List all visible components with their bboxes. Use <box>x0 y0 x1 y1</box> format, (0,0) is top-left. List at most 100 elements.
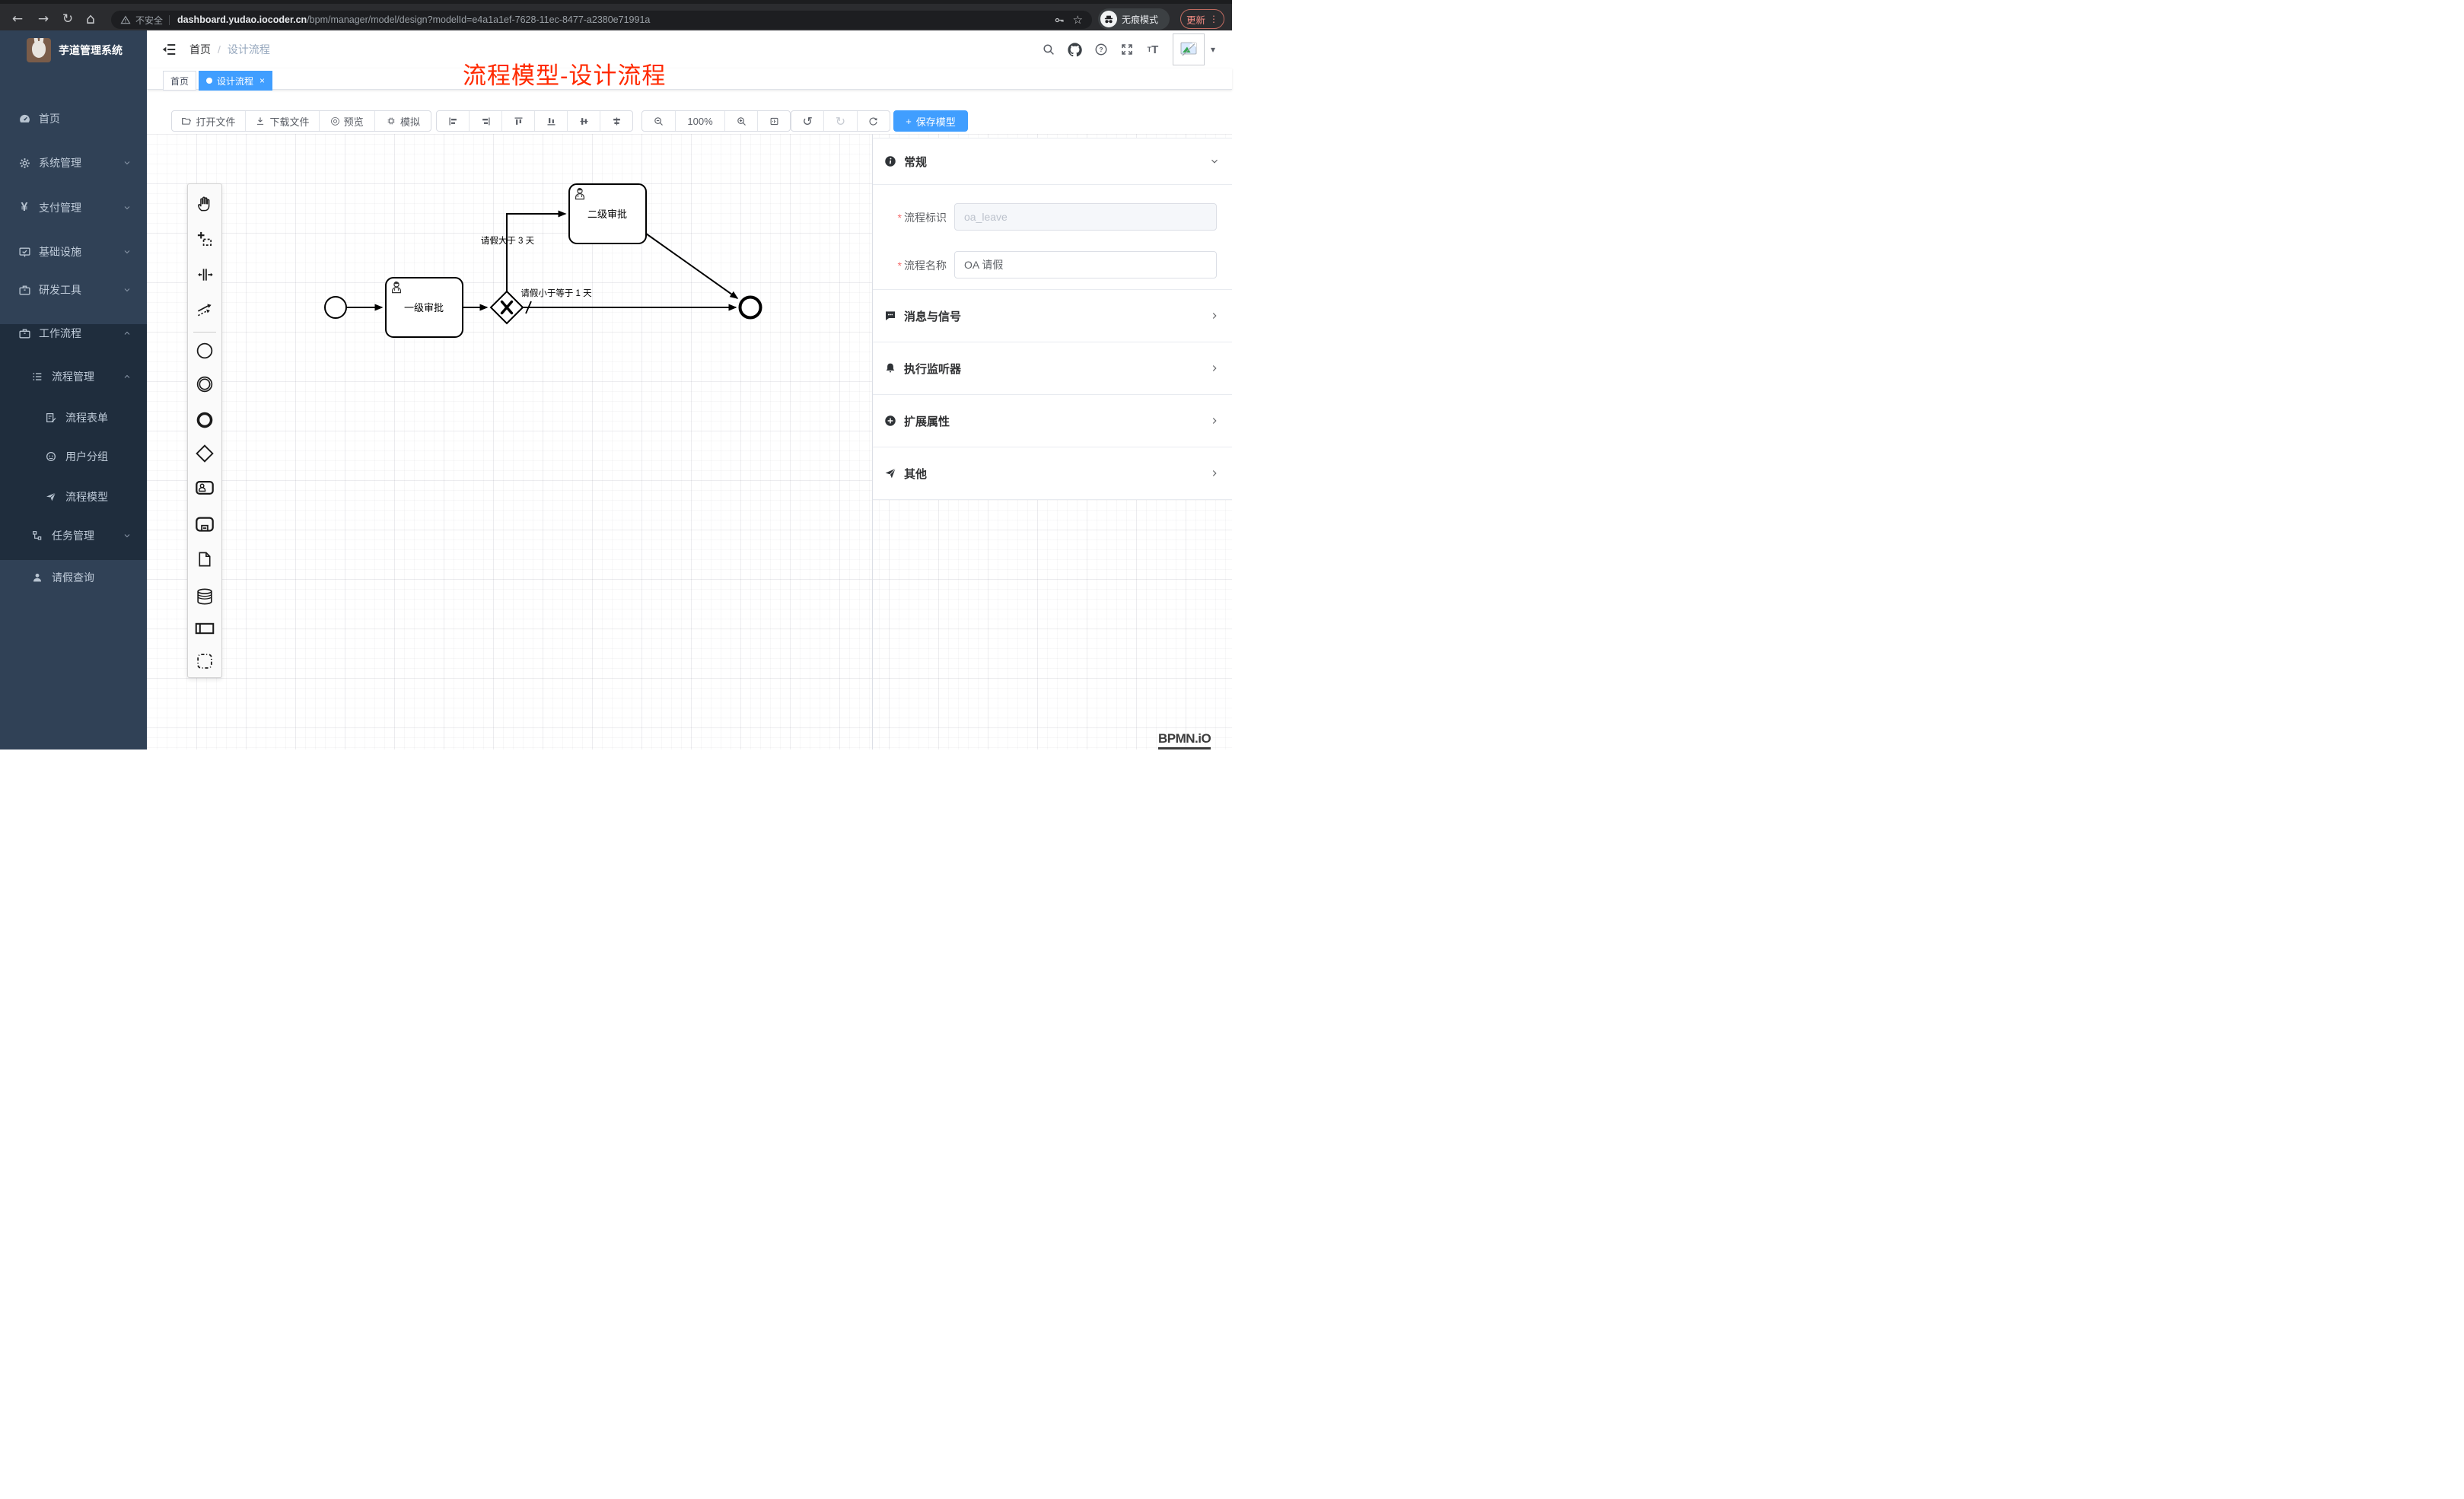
zoom-level-value: 100% <box>687 116 712 127</box>
gear-icon <box>18 157 31 170</box>
zoom-in-button[interactable] <box>724 111 757 131</box>
browser-back-button[interactable]: ← <box>8 8 27 30</box>
space-tool[interactable] <box>196 266 214 284</box>
simulate-button[interactable]: 模拟 <box>374 111 431 131</box>
zoom-level-display: 100% <box>675 111 724 131</box>
bpmn-io-watermark[interactable]: BPMN.iO <box>1158 731 1211 750</box>
sidebar-item-payment[interactable]: ¥ 支付管理 <box>0 189 147 226</box>
create-intermediate-event[interactable] <box>196 375 215 394</box>
undo-button[interactable]: ↺ <box>791 111 823 131</box>
align-button-group <box>436 110 633 132</box>
process-key-input[interactable] <box>954 203 1217 231</box>
align-top-button[interactable] <box>501 111 534 131</box>
sidebar: 芋道管理系统 首页 系统管理 ¥ 支付管理 基础设施 研发工具 <box>0 30 147 750</box>
tag-home[interactable]: 首页 <box>163 71 196 91</box>
watermark-underline <box>1158 747 1211 750</box>
global-connect-tool[interactable] <box>196 301 214 319</box>
save-model-button[interactable]: + 保存模型 <box>893 110 968 132</box>
chevron-right-icon[interactable] <box>1209 310 1220 321</box>
process-name-input[interactable] <box>954 251 1217 278</box>
align-left-button[interactable] <box>437 111 469 131</box>
sidebar-collapse-icon[interactable] <box>161 41 177 58</box>
sidebar-item-user-group[interactable]: 用户分组 <box>0 438 147 475</box>
browser-menu-kebab-icon[interactable]: ⋮ <box>1209 14 1218 24</box>
create-subprocess[interactable] <box>195 514 215 535</box>
folder-open-icon <box>181 116 192 126</box>
sidebar-item-task-management[interactable]: 任务管理 <box>0 517 147 554</box>
chevron-right-icon[interactable] <box>1209 363 1220 374</box>
help-icon[interactable]: ? <box>1092 41 1110 58</box>
tag-label: 首页 <box>170 75 189 88</box>
align-right-button[interactable] <box>469 111 501 131</box>
chevron-up-icon <box>123 329 132 338</box>
tag-label: 设计流程 <box>217 75 253 88</box>
create-data-store[interactable] <box>196 587 215 606</box>
incognito-label: 无痕模式 <box>1122 13 1158 26</box>
chevron-right-icon[interactable] <box>1209 468 1220 479</box>
breadcrumb-separator: / <box>218 43 221 56</box>
watermark-text: BPMN.iO <box>1158 731 1211 746</box>
app-logo-row[interactable]: 芋道管理系统 <box>0 33 147 67</box>
chevron-down-icon[interactable] <box>1209 156 1220 167</box>
avatar[interactable] <box>1173 33 1205 65</box>
download-file-button[interactable]: 下载文件 <box>245 111 319 131</box>
font-size-icon[interactable]: TT <box>1144 41 1162 58</box>
url-divider <box>169 15 170 25</box>
create-start-event[interactable] <box>196 342 215 361</box>
sidebar-item-dev-tools[interactable]: 研发工具 <box>0 272 147 308</box>
align-horizontal-center-button[interactable] <box>600 111 632 131</box>
panel-section-extended-properties[interactable]: 扩展属性 <box>873 395 1232 447</box>
redo-button[interactable]: ↻ <box>823 111 856 131</box>
bookmark-star-icon[interactable]: ☆ <box>1073 13 1083 27</box>
create-group[interactable] <box>196 652 215 671</box>
button-label: 预览 <box>344 114 364 129</box>
hand-tool[interactable] <box>196 196 214 213</box>
zoom-out-button[interactable] <box>642 111 675 131</box>
zoom-reset-button[interactable] <box>757 111 790 131</box>
create-participant-pool[interactable] <box>195 619 215 639</box>
sidebar-item-process-model[interactable]: 流程模型 <box>0 479 147 515</box>
lasso-tool[interactable] <box>196 231 214 248</box>
panel-section-other[interactable]: 其他 <box>873 447 1232 500</box>
create-data-object[interactable] <box>196 551 214 568</box>
preview-button[interactable]: ◎ 预览 <box>319 111 374 131</box>
open-file-button[interactable]: 打开文件 <box>172 111 245 131</box>
fullscreen-icon[interactable] <box>1118 41 1136 58</box>
create-end-event[interactable] <box>196 411 215 430</box>
sidebar-item-leave-query[interactable]: 请假查询 <box>0 559 147 596</box>
panel-section-messages-signals[interactable]: 消息与信号 <box>873 290 1232 342</box>
browser-update-button[interactable]: 更新 ⋮ <box>1180 9 1224 29</box>
github-icon[interactable] <box>1065 41 1084 58</box>
panel-section-general[interactable]: 常规 <box>873 138 1232 185</box>
sidebar-item-system[interactable]: 系统管理 <box>0 145 147 181</box>
sidebar-item-process-management[interactable]: 流程管理 <box>0 358 147 395</box>
create-user-task[interactable] <box>195 478 215 498</box>
browser-reload-button[interactable]: ↻ <box>58 8 78 30</box>
button-label: 模拟 <box>400 114 420 129</box>
panel-section-execution-listeners[interactable]: 执行监听器 <box>873 342 1232 395</box>
sidebar-item-process-form[interactable]: 流程表单 <box>0 399 147 436</box>
sidebar-item-workflow[interactable]: 工作流程 <box>0 315 147 352</box>
create-gateway[interactable] <box>195 444 215 464</box>
avatar-caret-icon[interactable]: ▾ <box>1211 44 1215 55</box>
browser-home-button[interactable]: ⌂ <box>81 8 100 30</box>
panel-general-form: *流程标识 *流程名称 <box>873 185 1232 290</box>
breadcrumb-home[interactable]: 首页 <box>189 42 211 57</box>
align-vertical-center-button[interactable] <box>567 111 600 131</box>
browser-forward-button[interactable]: → <box>33 8 53 30</box>
tag-design-process[interactable]: 设计流程 × <box>199 71 272 91</box>
security-label: 不安全 <box>135 14 163 27</box>
tag-close-icon[interactable]: × <box>259 75 265 86</box>
chip-icon <box>386 116 396 126</box>
security-warning-icon[interactable] <box>120 14 131 25</box>
refresh-button[interactable] <box>857 111 890 131</box>
tree-list-icon <box>30 371 44 383</box>
password-key-icon[interactable] <box>1054 14 1065 26</box>
chevron-right-icon[interactable] <box>1209 415 1220 426</box>
sidebar-item-infrastructure[interactable]: 基础设施 <box>0 234 147 270</box>
align-bottom-button[interactable] <box>534 111 567 131</box>
sidebar-item-home[interactable]: 首页 <box>0 100 147 137</box>
search-icon[interactable] <box>1039 41 1058 58</box>
address-bar[interactable]: 不安全 dashboard.yudao.iocoder.cn /bpm/mana… <box>111 11 1092 29</box>
file-button-group: 打开文件 下载文件 ◎ 预览 模拟 <box>171 110 431 132</box>
